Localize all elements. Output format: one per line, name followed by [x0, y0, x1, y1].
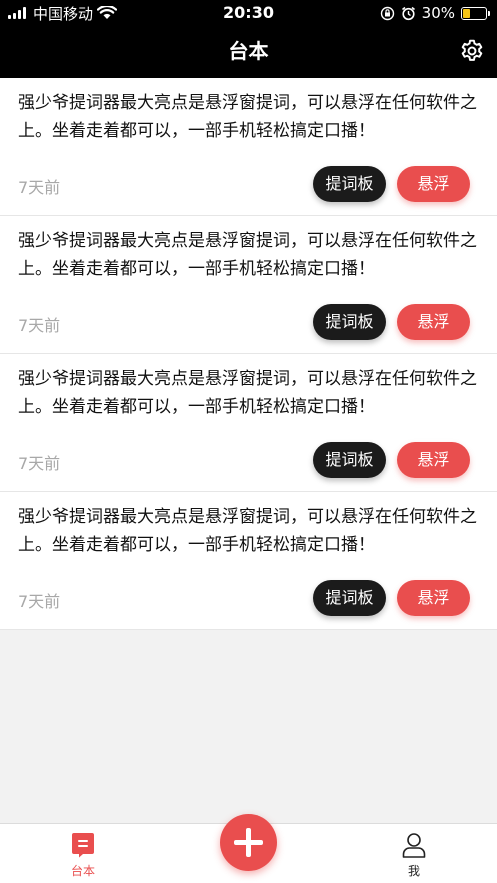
- header: 台本: [0, 26, 497, 78]
- user-icon: [402, 833, 426, 858]
- battery-fill: [463, 8, 470, 18]
- script-time: 7天前: [18, 592, 61, 611]
- tab-scripts[interactable]: 台本: [33, 824, 133, 883]
- add-script-button[interactable]: [220, 814, 277, 871]
- wifi-icon: [97, 6, 118, 19]
- battery-icon: [461, 6, 490, 20]
- script-text: 强少爷提词器最大亮点是悬浮窗提词，可以悬浮在任何软件之上。坐着走着都可以，一部手…: [18, 93, 477, 141]
- script-icon: [72, 833, 94, 858]
- script-list: 强少爷提词器最大亮点是悬浮窗提词，可以悬浮在任何软件之上。坐着走着都可以，一部手…: [0, 78, 497, 630]
- script-time: 7天前: [18, 316, 61, 335]
- float-button[interactable]: 悬浮: [397, 166, 470, 202]
- carrier-name: 中国移动: [33, 4, 94, 23]
- tab-me-label: 我: [407, 864, 420, 878]
- script-time: 7天前: [18, 454, 61, 473]
- page-title: 台本: [228, 39, 269, 63]
- script-text: 强少爷提词器最大亮点是悬浮窗提词，可以悬浮在任何软件之上。坐着走着都可以，一部手…: [18, 231, 477, 279]
- status-bar-right: 30%: [380, 0, 490, 26]
- script-card[interactable]: 强少爷提词器最大亮点是悬浮窗提词，可以悬浮在任何软件之上。坐着走着都可以，一部手…: [0, 78, 497, 216]
- prompter-button[interactable]: 提词板: [313, 304, 386, 340]
- prompter-button[interactable]: 提词板: [313, 166, 386, 202]
- float-button[interactable]: 悬浮: [397, 304, 470, 340]
- script-time: 7天前: [18, 178, 61, 197]
- float-button[interactable]: 悬浮: [397, 580, 470, 616]
- orientation-lock-icon: [380, 6, 394, 20]
- status-bar-left: 中国移动: [8, 0, 118, 26]
- gear-icon[interactable]: [459, 38, 485, 64]
- battery-percent: 30%: [421, 4, 455, 22]
- script-card[interactable]: 强少爷提词器最大亮点是悬浮窗提词，可以悬浮在任何软件之上。坐着走着都可以，一部手…: [0, 216, 497, 354]
- status-bar: 中国移动 20:30 30%: [0, 0, 497, 26]
- prompter-button[interactable]: 提词板: [313, 442, 386, 478]
- script-text: 强少爷提词器最大亮点是悬浮窗提词，可以悬浮在任何软件之上。坐着走着都可以，一部手…: [18, 369, 477, 417]
- script-card[interactable]: 强少爷提词器最大亮点是悬浮窗提词，可以悬浮在任何软件之上。坐着走着都可以，一部手…: [0, 492, 497, 630]
- script-text: 强少爷提词器最大亮点是悬浮窗提词，可以悬浮在任何软件之上。坐着走着都可以，一部手…: [18, 507, 477, 555]
- float-button[interactable]: 悬浮: [397, 442, 470, 478]
- tab-me[interactable]: 我: [364, 824, 464, 883]
- prompter-button[interactable]: 提词板: [313, 580, 386, 616]
- script-card[interactable]: 强少爷提词器最大亮点是悬浮窗提词，可以悬浮在任何软件之上。坐着走着都可以，一部手…: [0, 354, 497, 492]
- alarm-icon: [401, 6, 415, 20]
- signal-icon: [8, 7, 26, 19]
- tab-scripts-label: 台本: [70, 864, 95, 878]
